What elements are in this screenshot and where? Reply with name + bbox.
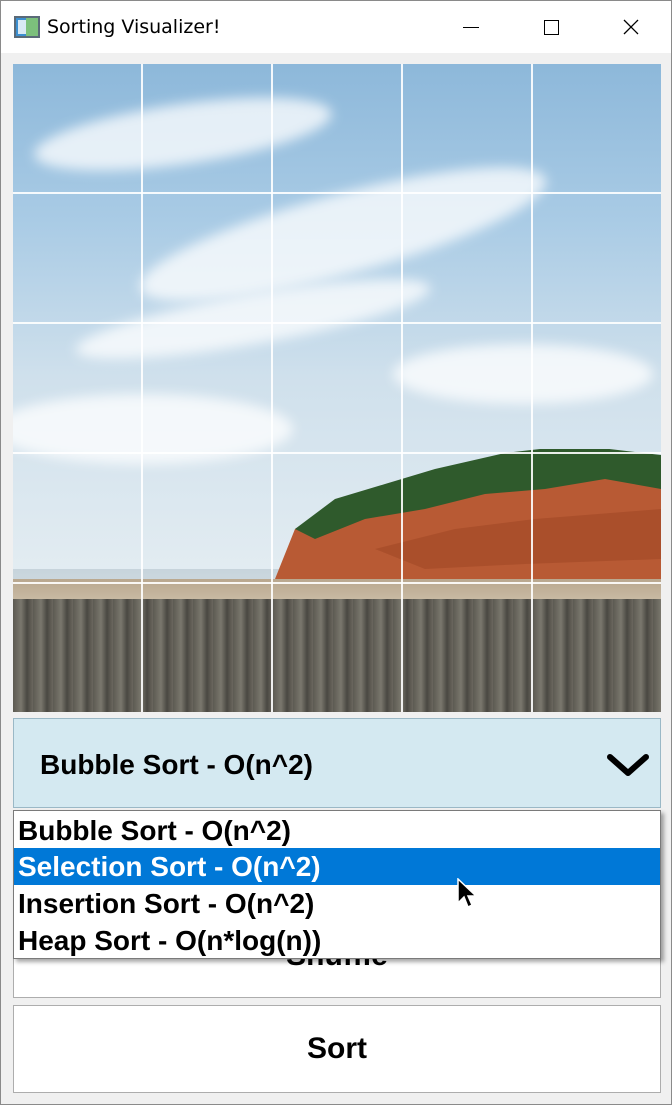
- grid-line: [13, 582, 661, 584]
- grid-line: [141, 64, 143, 712]
- app-window: Sorting Visualizer! Bubble Sort - O(n^2)…: [0, 0, 672, 1105]
- chevron-down-icon[interactable]: [606, 753, 650, 779]
- grid-line: [531, 64, 533, 712]
- grid-line: [271, 64, 273, 712]
- dropdown-option-highlighted[interactable]: Selection Sort - O(n^2): [14, 848, 660, 885]
- mouse-cursor-icon: [457, 878, 478, 909]
- visualizer-image: [13, 64, 661, 712]
- sort-button[interactable]: Sort: [13, 1005, 661, 1093]
- minimize-icon: [463, 26, 479, 28]
- title-bar[interactable]: Sorting Visualizer!: [1, 1, 671, 53]
- maximize-icon: [543, 19, 559, 35]
- algorithm-combobox[interactable]: Bubble Sort - O(n^2): [13, 718, 661, 808]
- combobox-value: Bubble Sort - O(n^2): [40, 749, 313, 780]
- window-title: Sorting Visualizer!: [47, 16, 221, 38]
- cliff: [275, 449, 661, 599]
- dropdown-option[interactable]: Insertion Sort - O(n^2): [14, 885, 660, 922]
- close-icon: [623, 19, 639, 35]
- grid-line: [401, 64, 403, 712]
- dropdown-option[interactable]: Bubble Sort - O(n^2): [14, 812, 660, 849]
- pier-planks: [13, 599, 661, 712]
- algorithm-dropdown-list: Bubble Sort - O(n^2) Selection Sort - O(…: [13, 810, 661, 959]
- grid-line: [13, 192, 661, 194]
- cloud: [393, 344, 653, 404]
- grid-line: [13, 322, 661, 324]
- app-icon: [14, 16, 40, 38]
- maximize-button[interactable]: [511, 1, 591, 53]
- minimize-button[interactable]: [431, 1, 511, 53]
- grid-line: [13, 452, 661, 454]
- dropdown-option[interactable]: Heap Sort - O(n*log(n)): [14, 922, 660, 959]
- close-button[interactable]: [591, 1, 671, 53]
